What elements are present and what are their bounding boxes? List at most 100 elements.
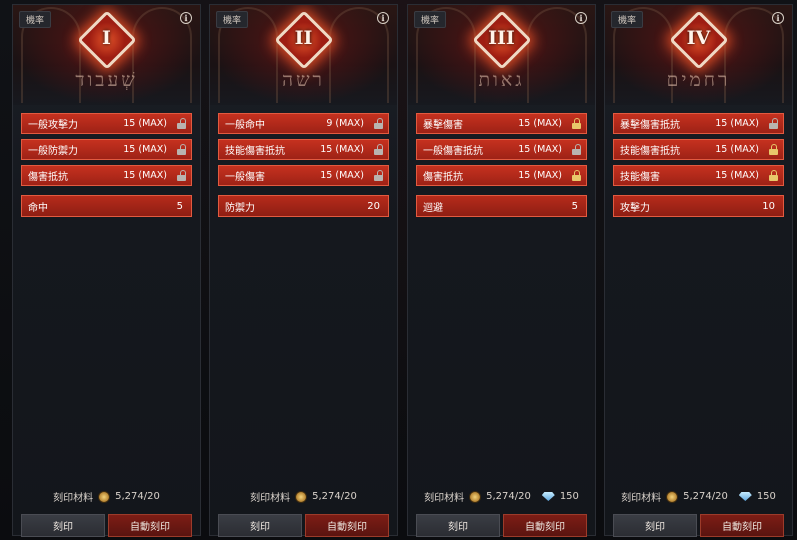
auto-engrave-button[interactable]: 自動刻印: [700, 514, 784, 537]
lock-icon[interactable]: [177, 118, 186, 129]
stat-row: 技能傷害抵抗 15 (MAX): [218, 139, 389, 160]
button-row: 刻印 自動刻印: [416, 514, 587, 537]
stat-row: 一般傷害 15 (MAX): [218, 165, 389, 186]
coin-amount: 5,274/20: [312, 491, 357, 502]
info-icon[interactable]: i: [575, 12, 587, 24]
bonus-row: 迴避 5: [416, 195, 587, 217]
stat-list: 一般攻擊力 15 (MAX) 一般防禦力 15 (MAX) 傷害抵抗 15 (MAX)…: [21, 113, 192, 217]
stat-name: 一般防禦力: [28, 146, 78, 157]
button-row: 刻印 自動刻印: [21, 514, 192, 537]
engrave-button[interactable]: 刻印: [21, 514, 105, 537]
coin-amount: 5,274/20: [115, 491, 160, 502]
panel-glyph-text: גאות: [478, 69, 525, 91]
lock-icon[interactable]: [572, 170, 581, 181]
material-label: 刻印材料: [621, 493, 662, 504]
lock-icon[interactable]: [769, 170, 778, 181]
stat-row: 暴擊傷害 15 (MAX): [416, 113, 587, 134]
stat-row: 傷害抵抗 15 (MAX): [416, 165, 587, 186]
probability-tag-button[interactable]: 機率: [216, 11, 249, 28]
stat-value: 15 (MAX): [518, 118, 562, 129]
bonus-row: 攻擊力 10: [613, 195, 784, 217]
stat-value: 9 (MAX): [326, 118, 364, 129]
bonus-name: 迴避: [423, 202, 443, 214]
stat-value: 15 (MAX): [123, 170, 167, 181]
stat-row: 技能傷害 15 (MAX): [613, 165, 784, 186]
stat-row: 一般防禦力 15 (MAX): [21, 139, 192, 160]
material-label: 刻印材料: [250, 493, 291, 504]
coin-amount: 5,274/20: [683, 491, 728, 502]
auto-engrave-button[interactable]: 自動刻印: [108, 514, 192, 537]
stat-value: 15 (MAX): [518, 144, 562, 155]
stat-name: 技能傷害抵抗: [620, 146, 680, 157]
lock-icon[interactable]: [374, 144, 383, 155]
stat-value: 15 (MAX): [715, 144, 759, 155]
bonus-value: 20: [367, 200, 380, 212]
panel-numeral: I: [102, 27, 111, 49]
lock-icon[interactable]: [374, 118, 383, 129]
lock-icon[interactable]: [374, 170, 383, 181]
panel-glyph-text: שְׁעבוד: [75, 69, 138, 91]
stat-name: 一般命中: [225, 120, 265, 131]
gem-amount: 150: [756, 491, 776, 502]
coin-icon: [469, 490, 482, 503]
stat-value: 15 (MAX): [320, 170, 364, 181]
engrave-panel-3: III גאות 機率 i 暴擊傷害 15 (MAX) 一般傷害抵抗 15 (MAX…: [407, 4, 596, 537]
probability-tag-button[interactable]: 機率: [611, 11, 644, 28]
stat-value: 15 (MAX): [123, 118, 167, 129]
bonus-row: 防禦力 20: [218, 195, 389, 217]
auto-engrave-button[interactable]: 自動刻印: [503, 514, 587, 537]
stat-name: 一般傷害: [225, 172, 265, 183]
material-footer: 刻印材料 5,274/20 150: [605, 489, 792, 504]
engrave-button[interactable]: 刻印: [416, 514, 500, 537]
coin-icon: [98, 490, 111, 503]
material-footer: 刻印材料 5,274/20: [13, 489, 200, 504]
bonus-value: 5: [571, 200, 578, 212]
stat-row: 傷害抵抗 15 (MAX): [21, 165, 192, 186]
stat-name: 傷害抵抗: [423, 172, 463, 183]
gem-icon: [541, 492, 555, 501]
info-icon[interactable]: i: [180, 12, 192, 24]
lock-icon[interactable]: [177, 144, 186, 155]
engrave-button[interactable]: 刻印: [613, 514, 697, 537]
stat-name: 技能傷害: [620, 172, 660, 183]
stat-row: 一般傷害抵抗 15 (MAX): [416, 139, 587, 160]
engrave-panel-2: II רשה 機率 i 一般命中 9 (MAX) 技能傷害抵抗 15 (MAX) 一…: [209, 4, 398, 537]
material-label: 刻印材料: [424, 493, 465, 504]
stat-name: 傷害抵抗: [28, 172, 68, 183]
stat-value: 15 (MAX): [715, 170, 759, 181]
bonus-name: 防禦力: [225, 202, 255, 214]
stat-row: 暴擊傷害抵抗 15 (MAX): [613, 113, 784, 134]
lock-icon[interactable]: [769, 118, 778, 129]
panel-numeral: II: [294, 27, 313, 49]
stat-name: 一般攻擊力: [28, 120, 78, 131]
stat-list: 一般命中 9 (MAX) 技能傷害抵抗 15 (MAX) 一般傷害 15 (MAX) …: [218, 113, 389, 217]
info-icon[interactable]: i: [772, 12, 784, 24]
lock-icon[interactable]: [572, 118, 581, 129]
coin-icon: [295, 490, 308, 503]
stat-row: 技能傷害抵抗 15 (MAX): [613, 139, 784, 160]
stat-row: 一般攻擊力 15 (MAX): [21, 113, 192, 134]
probability-tag-button[interactable]: 機率: [19, 11, 52, 28]
panel-glyph-text: רחמים: [666, 69, 731, 91]
stat-value: 15 (MAX): [518, 170, 562, 181]
button-row: 刻印 自動刻印: [218, 514, 389, 537]
stat-name: 暴擊傷害抵抗: [620, 120, 680, 131]
bonus-row: 命中 5: [21, 195, 192, 217]
engrave-panel-1: I שְׁעבוד 機率 i 一般攻擊力 15 (MAX) 一般防禦力 15 (MA…: [12, 4, 201, 537]
engrave-button[interactable]: 刻印: [218, 514, 302, 537]
lock-icon[interactable]: [177, 170, 186, 181]
stat-list: 暴擊傷害 15 (MAX) 一般傷害抵抗 15 (MAX) 傷害抵抗 15 (MAX)…: [416, 113, 587, 217]
button-row: 刻印 自動刻印: [613, 514, 784, 537]
lock-icon[interactable]: [572, 144, 581, 155]
bonus-value: 5: [176, 200, 183, 212]
gem-amount: 150: [559, 491, 579, 502]
engrave-panel-4: IV רחמים 機率 i 暴擊傷害抵抗 15 (MAX) 技能傷害抵抗 15 (M…: [604, 4, 793, 537]
stat-name: 暴擊傷害: [423, 120, 463, 131]
auto-engrave-button[interactable]: 自動刻印: [305, 514, 389, 537]
bonus-value: 10: [762, 200, 775, 212]
probability-tag-button[interactable]: 機率: [414, 11, 447, 28]
info-icon[interactable]: i: [377, 12, 389, 24]
lock-icon[interactable]: [769, 144, 778, 155]
stat-value: 15 (MAX): [123, 144, 167, 155]
stat-value: 15 (MAX): [715, 118, 759, 129]
